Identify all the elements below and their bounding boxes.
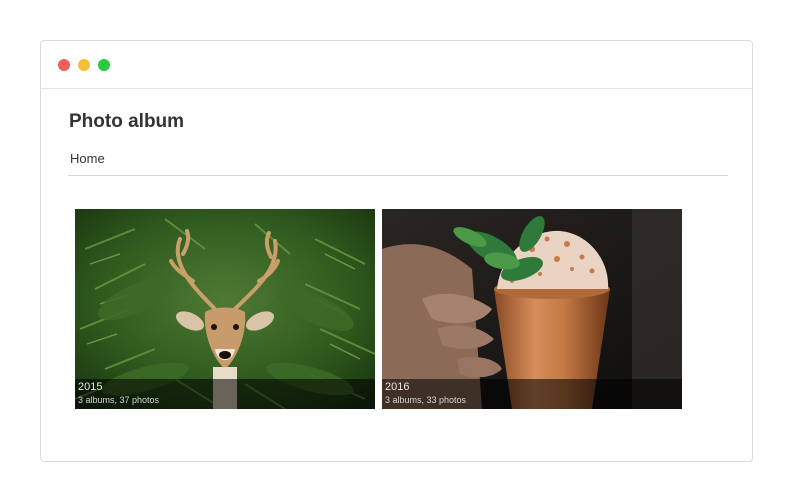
album-subtitle: 3 albums, 33 photos bbox=[385, 395, 467, 405]
breadcrumb: Home bbox=[68, 149, 728, 176]
album-title: 2015 bbox=[78, 381, 103, 393]
maximize-window-button[interactable] bbox=[98, 59, 110, 71]
album-tile-2016[interactable]: 2016 3 albums, 33 photos bbox=[382, 209, 682, 409]
album-caption: 2015 3 albums, 37 photos bbox=[75, 379, 375, 409]
browser-window: Photo album Home 2015 3 albums, 37 photo… bbox=[40, 40, 753, 462]
album-caption: 2016 3 albums, 33 photos bbox=[382, 379, 682, 409]
window-titlebar bbox=[41, 41, 752, 89]
breadcrumb-home-link[interactable]: Home bbox=[70, 151, 105, 166]
album-subtitle: 3 albums, 37 photos bbox=[78, 395, 160, 405]
album-title: 2016 bbox=[385, 381, 410, 393]
close-window-button[interactable] bbox=[58, 59, 70, 71]
minimize-window-button[interactable] bbox=[78, 59, 90, 71]
album-tile-2015[interactable]: 2015 3 albums, 37 photos bbox=[75, 209, 375, 409]
page-title: Photo album bbox=[69, 111, 185, 132]
